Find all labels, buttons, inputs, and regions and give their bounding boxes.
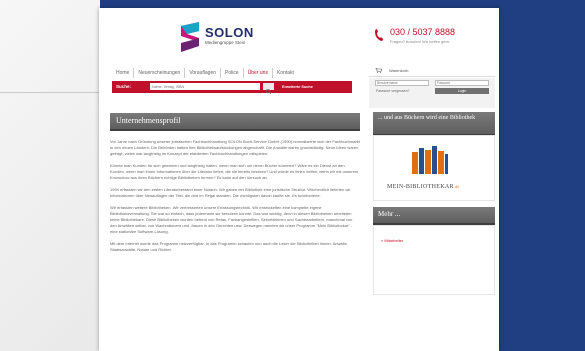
paragraph: 1994 erfassten wir den ersten Literaturb…	[110, 187, 351, 198]
nav-item-home[interactable]: Home	[112, 68, 135, 78]
phone-number: 030 / 5037 8888	[390, 27, 456, 37]
main-nav: Home Neuerscheinungen Vorauflagen Police…	[112, 68, 298, 78]
search-button[interactable]	[263, 83, 274, 95]
solon-s-logo-icon	[181, 22, 199, 52]
nav-item-kontakt[interactable]: Kontakt	[273, 68, 298, 78]
advanced-search-link[interactable]: Erweiterte Suche	[282, 85, 313, 89]
sidebar-more-title-text: Mehr ...	[378, 210, 401, 218]
login-box: Passwort vergessen? Login	[369, 78, 495, 108]
divider	[0, 92, 100, 93]
bookshelf-icon	[412, 146, 448, 174]
paragraph: Könnte man Kunden für sich gewinnen und …	[110, 163, 359, 180]
paragraph: Mit dem Internet wurde das Programm netz…	[110, 241, 348, 252]
search-label: Suche:	[116, 84, 132, 89]
nav-item-vorauflagen[interactable]: Vorauflagen	[185, 68, 222, 78]
mitarbeiter-link[interactable]: » Mitarbeiter	[381, 238, 403, 243]
sidebar-box-title-text: ... und aus Büchern wird eine Bibliothek	[378, 115, 476, 121]
content-title-bar: Unternehmensprofil	[110, 113, 360, 131]
cart[interactable]: Warenkorb	[369, 65, 495, 77]
nav-item-neuerscheinungen[interactable]: Neuerscheinungen	[134, 68, 186, 78]
sidebar-more-box: » Mitarbeiter	[373, 225, 495, 295]
sidebar-more-title: Mehr ...	[373, 207, 495, 225]
search-input[interactable]	[150, 83, 260, 90]
search-bar: Suche: Erweiterte Suche	[112, 81, 352, 95]
login-button[interactable]: Login	[435, 88, 489, 94]
phone-icon	[375, 29, 383, 41]
paragraph: Wir erfassten weitere Bibliotheken. Wir …	[110, 205, 353, 234]
search-icon	[265, 88, 272, 95]
content-body: Vor Jahre nach Gründung unserer juristis…	[110, 139, 360, 259]
mein-bibliothekar-banner[interactable]: MEIN-BIBLIOTHEKAR.de	[373, 135, 495, 201]
paragraph: Vor Jahre nach Gründung unserer juristis…	[110, 139, 360, 156]
username-field[interactable]	[375, 80, 429, 86]
cart-icon	[375, 68, 382, 73]
phone-subtitle: Fragen? Anrufen! Wir helfen gern.	[390, 39, 451, 44]
logo-name: SOLON	[205, 25, 254, 40]
password-field[interactable]	[435, 80, 489, 86]
logo-tagline: Mediengruppe Stein	[205, 40, 246, 45]
cart-label: Warenkorb	[389, 68, 409, 73]
nav-item-police[interactable]: Police	[221, 68, 244, 78]
web-page: SOLON Mediengruppe Stein 030 / 5037 8888…	[99, 8, 499, 351]
page-title: Unternehmensprofil	[116, 116, 181, 125]
solon-logo[interactable]: SOLON Mediengruppe Stein	[179, 20, 259, 54]
forgot-password-link[interactable]: Passwort vergessen?	[376, 89, 409, 93]
sidebar-box-title: ... und aus Büchern wird eine Bibliothek	[373, 112, 495, 136]
background-left-panel	[0, 0, 100, 351]
nav-item-ueber-uns[interactable]: Über uns	[244, 68, 273, 78]
mein-bibliothekar-logo: MEIN-BIBLIOTHEKAR.de	[387, 184, 460, 190]
